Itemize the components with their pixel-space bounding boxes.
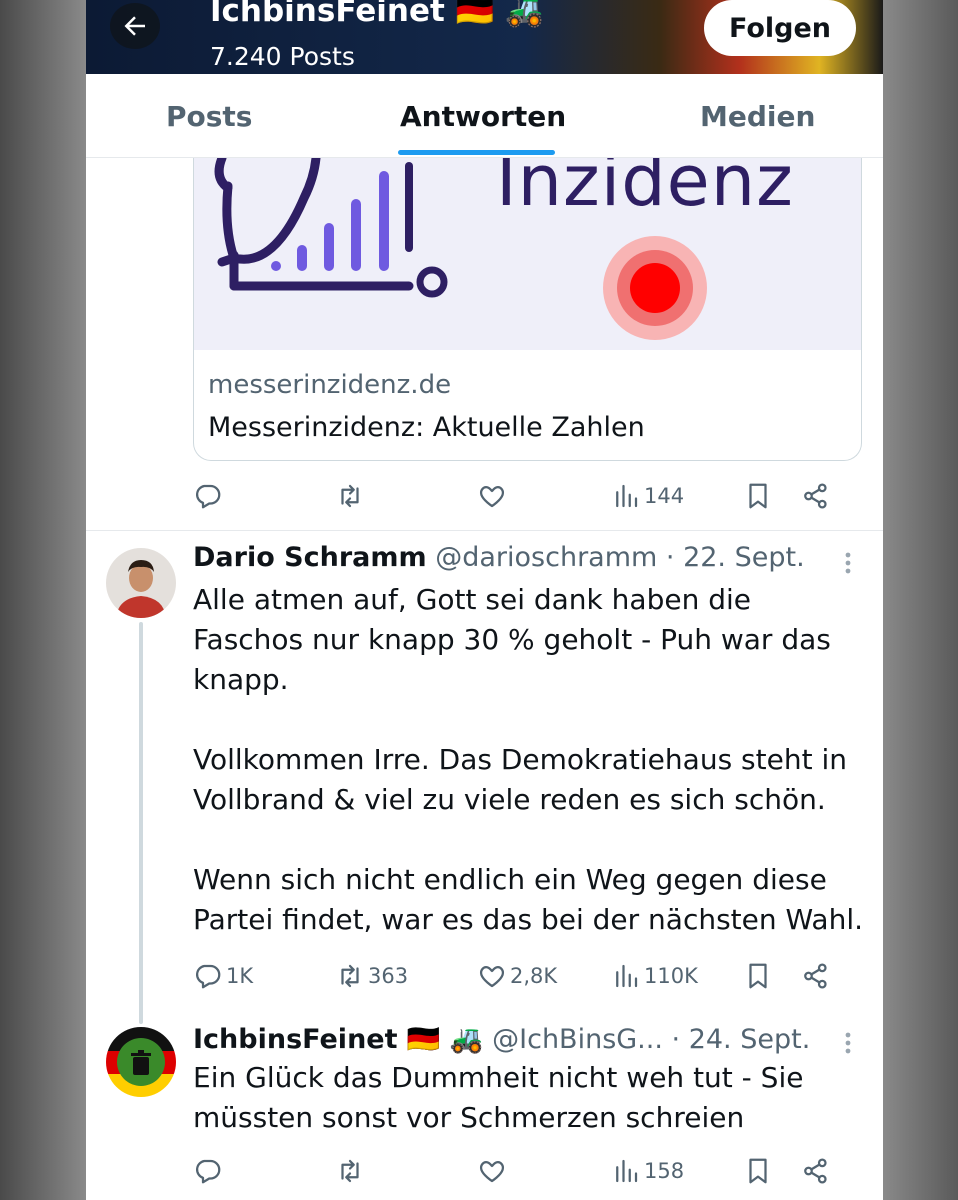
post-actions: 144 xyxy=(193,476,853,516)
account-name: IchbinsFeinet 🇩🇪 🚜 xyxy=(210,0,544,29)
link-card-image: Inzidenz xyxy=(194,158,861,350)
repost-button[interactable]: 363 xyxy=(335,956,408,996)
views-count: 158 xyxy=(644,1159,685,1183)
views-count: 144 xyxy=(644,484,685,508)
share-icon xyxy=(804,963,827,989)
background-right xyxy=(882,0,958,1200)
views-button[interactable]: 158 xyxy=(611,1151,684,1191)
tweet-header: Dario Schramm @darioschramm · 22. Sept. xyxy=(193,542,805,573)
tweet-text: Alle atmen auf, Gott sei dank haben die … xyxy=(193,583,864,936)
tweet-actions: 1K 363 2,8K 110K xyxy=(193,956,853,996)
app-screen: IchbinsFeinet 🇩🇪 🚜 7.240 Posts Folgen Po… xyxy=(86,0,883,1200)
heart-icon xyxy=(479,1161,505,1183)
active-tab-indicator xyxy=(398,150,555,155)
reply-button[interactable]: 1K xyxy=(193,956,253,996)
follow-button[interactable]: Folgen xyxy=(704,0,856,56)
avatar[interactable] xyxy=(106,1027,176,1097)
bookmark-icon xyxy=(749,1158,767,1184)
like-button[interactable] xyxy=(477,1151,507,1191)
repost-icon xyxy=(341,964,359,988)
tab-posts[interactable]: Posts xyxy=(166,100,252,133)
background-left xyxy=(0,0,86,1200)
chart-logo-icon xyxy=(214,158,448,298)
share-button[interactable] xyxy=(801,476,831,516)
link-card[interactable]: Inzidenz messerinzidenz.de Messerinziden… xyxy=(193,158,862,461)
profile-tabs: Posts Antworten Medien xyxy=(86,74,883,158)
reply-count: 1K xyxy=(226,964,254,988)
views-button[interactable]: 144 xyxy=(611,476,684,516)
like-button[interactable] xyxy=(477,476,507,516)
author-handle[interactable]: @IchBinsG... xyxy=(492,1024,663,1055)
bookmark-button[interactable] xyxy=(743,1151,773,1191)
author-name[interactable]: IchbinsFeinet 🇩🇪 🚜 xyxy=(193,1024,484,1055)
bookmark-button[interactable] xyxy=(743,476,773,516)
heart-icon xyxy=(479,966,505,988)
tweet-header: IchbinsFeinet 🇩🇪 🚜 @IchBinsG... · 24. Se… xyxy=(193,1023,810,1055)
reply-icon xyxy=(196,1159,221,1184)
thread-line xyxy=(139,622,143,1024)
bookmark-icon xyxy=(749,963,767,989)
trash-bin-avatar-icon xyxy=(106,1027,176,1097)
share-button[interactable] xyxy=(801,1151,831,1191)
views-button[interactable]: 110K xyxy=(611,956,698,996)
avatar[interactable] xyxy=(106,548,176,618)
views-icon xyxy=(616,1159,638,1183)
more-options-icon[interactable] xyxy=(838,548,858,578)
views-icon xyxy=(616,964,638,988)
like-button[interactable]: 2,8K xyxy=(477,956,557,996)
reply-icon xyxy=(196,484,221,509)
profile-header: IchbinsFeinet 🇩🇪 🚜 7.240 Posts Folgen xyxy=(86,0,883,74)
share-button[interactable] xyxy=(801,956,831,996)
reply-button[interactable] xyxy=(193,476,223,516)
back-button[interactable] xyxy=(110,3,160,49)
tweet-actions: 158 xyxy=(193,1151,853,1191)
arrow-left-icon xyxy=(124,16,145,36)
repost-button[interactable] xyxy=(335,476,365,516)
tweet-date[interactable]: · 24. Sept. xyxy=(672,1024,811,1055)
tweet-text: Ein Glück das Dummheit nicht weh tut - S… xyxy=(193,1061,804,1134)
reply-button[interactable] xyxy=(193,1151,223,1191)
tab-media[interactable]: Medien xyxy=(700,100,815,133)
share-icon xyxy=(804,1158,827,1184)
reply-icon xyxy=(196,964,221,989)
divider xyxy=(86,530,883,531)
more-options-icon[interactable] xyxy=(838,1028,858,1058)
link-card-image-title: Inzidenz xyxy=(496,158,794,222)
red-dot-icon xyxy=(603,236,707,340)
tab-replies[interactable]: Antworten xyxy=(400,100,566,133)
link-card-domain: messerinzidenz.de xyxy=(208,370,452,400)
share-icon xyxy=(804,483,827,509)
views-icon xyxy=(616,484,638,508)
views-count: 110K xyxy=(644,964,698,988)
like-count: 2,8K xyxy=(510,964,558,988)
author-name[interactable]: Dario Schramm xyxy=(193,542,427,573)
heart-icon xyxy=(479,486,505,508)
repost-button[interactable] xyxy=(335,1151,365,1191)
author-handle[interactable]: @darioschramm xyxy=(435,542,657,573)
tweet-date[interactable]: · 22. Sept. xyxy=(666,542,805,573)
repost-icon xyxy=(341,484,359,508)
repost-icon xyxy=(341,1159,359,1183)
bookmark-icon xyxy=(749,483,767,509)
post-count: 7.240 Posts xyxy=(210,42,355,71)
link-card-title: Messerinzidenz: Aktuelle Zahlen xyxy=(208,412,645,443)
person-avatar-icon xyxy=(106,548,176,618)
repost-count: 363 xyxy=(368,964,409,988)
bookmark-button[interactable] xyxy=(743,956,773,996)
